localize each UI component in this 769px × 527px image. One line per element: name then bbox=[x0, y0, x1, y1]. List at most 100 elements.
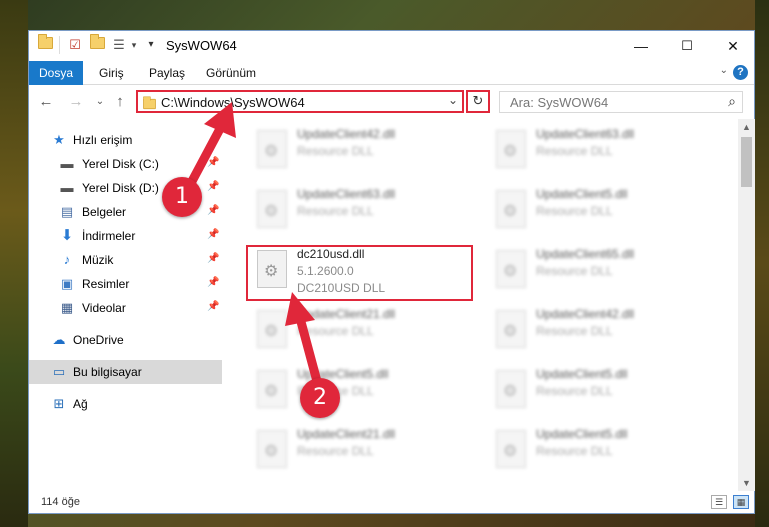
step-badge-2: 2 bbox=[300, 378, 340, 418]
new-folder-icon[interactable] bbox=[89, 34, 105, 53]
dll-file-icon bbox=[257, 190, 287, 228]
file-tile[interactable]: UpdateClient21.dll Resource DLL bbox=[249, 306, 479, 356]
file-tile[interactable]: UpdateClient5.dll Resource DLL bbox=[488, 426, 718, 476]
network-icon: ⊞ bbox=[53, 396, 65, 411]
vertical-scrollbar[interactable]: ▲ ▼ bbox=[738, 119, 755, 491]
dll-file-icon bbox=[257, 430, 287, 468]
file-name: UpdateClient21.dll bbox=[297, 307, 396, 321]
forward-button[interactable]: → bbox=[67, 93, 85, 111]
sidebar-item-music[interactable]: ♪ Müzik 📌 bbox=[29, 248, 222, 272]
tab-home[interactable]: Giriş bbox=[87, 61, 136, 85]
sidebar-item-label: Yerel Disk (C:) bbox=[82, 157, 159, 171]
cloud-icon: ☁ bbox=[52, 332, 66, 347]
properties-check-icon[interactable]: ☑ bbox=[67, 37, 83, 53]
sidebar-item-label: Ağ bbox=[73, 397, 88, 411]
quick-access-dropdown-icon[interactable]: ▾ bbox=[126, 37, 142, 53]
pictures-icon: ▣ bbox=[60, 276, 74, 291]
recent-locations-icon[interactable]: ⌄ bbox=[91, 93, 109, 111]
file-tile[interactable]: UpdateClient63.dll Resource DLL bbox=[488, 126, 718, 176]
tiles-view-icon[interactable]: ▦ bbox=[733, 495, 749, 509]
file-description: Resource DLL bbox=[536, 204, 613, 218]
pin-icon: 📌 bbox=[207, 277, 220, 288]
sidebar-item-this-pc[interactable]: ▭ Bu bilgisayar bbox=[29, 360, 222, 384]
chevron-down-icon[interactable]: ⌄ bbox=[448, 93, 458, 107]
expand-ribbon-icon[interactable]: ⌄ bbox=[720, 65, 728, 76]
chevron-down-icon[interactable]: ▾ bbox=[143, 37, 159, 53]
file-description: Resource DLL bbox=[536, 264, 613, 278]
sidebar-item-label: Yerel Disk (D:) bbox=[82, 181, 159, 195]
search-input[interactable]: Ara: SysWOW64 ⌕ bbox=[499, 91, 743, 113]
sidebar-item-label: İndirmeler bbox=[82, 229, 136, 243]
scroll-up-icon[interactable]: ▲ bbox=[738, 119, 755, 135]
details-view-icon[interactable]: ☰ bbox=[711, 495, 727, 509]
tab-share[interactable]: Paylaş bbox=[137, 61, 197, 85]
sidebar-item-label: Müzik bbox=[82, 253, 114, 267]
file-name: UpdateClient5.dll bbox=[536, 187, 628, 201]
dll-file-icon bbox=[257, 130, 287, 168]
pin-icon: 📌 bbox=[207, 229, 220, 240]
customize-toolbar-icon[interactable]: ☰ bbox=[111, 37, 127, 53]
music-icon: ♪ bbox=[63, 252, 71, 267]
sidebar-item-onedrive[interactable]: ☁ OneDrive bbox=[29, 328, 222, 352]
file-description: Resource DLL bbox=[536, 444, 613, 458]
star-icon: ★ bbox=[53, 132, 65, 147]
window-title: SysWOW64 bbox=[166, 38, 237, 53]
file-tile[interactable]: UpdateClient5.dll Resource DLL bbox=[488, 186, 718, 236]
tab-view[interactable]: Görünüm bbox=[194, 61, 268, 85]
file-list: UpdateClient42.dll Resource DLL UpdateCl… bbox=[233, 124, 738, 489]
address-bar[interactable]: C:\Windows\SysWOW64 ⌄ bbox=[136, 90, 464, 113]
pin-icon: 📌 bbox=[207, 301, 220, 312]
address-path: C:\Windows\SysWOW64 bbox=[161, 95, 305, 110]
file-tile[interactable]: UpdateClient42.dll Resource DLL bbox=[488, 306, 718, 356]
sidebar-item-label: Resimler bbox=[82, 277, 130, 291]
up-button[interactable]: ↑ bbox=[111, 93, 129, 111]
back-button[interactable]: ← bbox=[37, 93, 55, 111]
file-name: UpdateClient42.dll bbox=[536, 307, 635, 321]
drive-icon: ▬ bbox=[60, 156, 74, 171]
file-tile[interactable]: UpdateClient65.dll Resource DLL bbox=[488, 246, 718, 296]
close-button[interactable]: ✕ bbox=[710, 31, 756, 61]
step-badge-1: 1 bbox=[162, 177, 202, 217]
sidebar-item-downloads[interactable]: ⬇ İndirmeler 📌 bbox=[29, 224, 222, 248]
dll-file-icon bbox=[496, 430, 526, 468]
video-icon: ▦ bbox=[60, 300, 74, 315]
file-name: UpdateClient42.dll bbox=[297, 127, 396, 141]
file-tile[interactable]: UpdateClient63.dll Resource DLL bbox=[249, 186, 479, 236]
download-icon: ⬇ bbox=[60, 227, 74, 244]
file-name: UpdateClient63.dll bbox=[297, 187, 396, 201]
folder-icon bbox=[143, 96, 156, 110]
pin-icon: 📌 bbox=[207, 181, 220, 192]
scrollbar-thumb[interactable] bbox=[741, 137, 752, 187]
sidebar-item-quick-access[interactable]: ★ Hızlı erişim bbox=[29, 128, 222, 152]
file-description: Resource DLL bbox=[536, 324, 613, 338]
refresh-button[interactable]: ↻ bbox=[466, 90, 490, 113]
sidebar-item-local-disk-c[interactable]: ▬ Yerel Disk (C:) 📌 bbox=[29, 152, 222, 176]
file-tile[interactable]: UpdateClient5.dll Resource DLL bbox=[488, 366, 718, 416]
file-description: Resource DLL bbox=[536, 144, 613, 158]
computer-icon: ▭ bbox=[52, 364, 66, 379]
sidebar-item-videos[interactable]: ▦ Videolar 📌 bbox=[29, 296, 222, 320]
sidebar-item-label: Hızlı erişim bbox=[73, 133, 133, 147]
sidebar-item-network[interactable]: ⊞ Ağ bbox=[29, 392, 222, 416]
file-description: Resource DLL bbox=[297, 324, 374, 338]
file-tile[interactable]: UpdateClient42.dll Resource DLL bbox=[249, 126, 479, 176]
status-bar: 114 öğe ☰ ▦ bbox=[29, 491, 754, 514]
search-icon[interactable]: ⌕ bbox=[728, 93, 736, 110]
help-icon[interactable]: ? bbox=[733, 65, 748, 80]
file-name: UpdateClient5.dll bbox=[536, 367, 628, 381]
dll-file-icon bbox=[257, 370, 287, 408]
scroll-down-icon[interactable]: ▼ bbox=[738, 475, 755, 491]
desktop-background-left bbox=[0, 0, 28, 527]
dll-file-icon bbox=[496, 190, 526, 228]
maximize-button[interactable]: ☐ bbox=[664, 31, 710, 61]
file-name: UpdateClient5.dll bbox=[536, 427, 628, 441]
pin-icon: 📌 bbox=[207, 157, 220, 168]
sidebar-item-label: Videolar bbox=[82, 301, 126, 315]
tab-file[interactable]: Dosya bbox=[29, 61, 83, 85]
sidebar-item-pictures[interactable]: ▣ Resimler 📌 bbox=[29, 272, 222, 296]
file-explorer-window: ☑ ☰ ▾ ▾ SysWOW64 — ☐ ✕ Dosya Giriş Payla… bbox=[28, 30, 755, 514]
file-tile[interactable]: UpdateClient5.dll Resource DLL bbox=[249, 366, 479, 416]
file-description: Resource DLL bbox=[297, 444, 374, 458]
file-tile[interactable]: UpdateClient21.dll Resource DLL bbox=[249, 426, 479, 476]
minimize-button[interactable]: — bbox=[618, 31, 664, 61]
